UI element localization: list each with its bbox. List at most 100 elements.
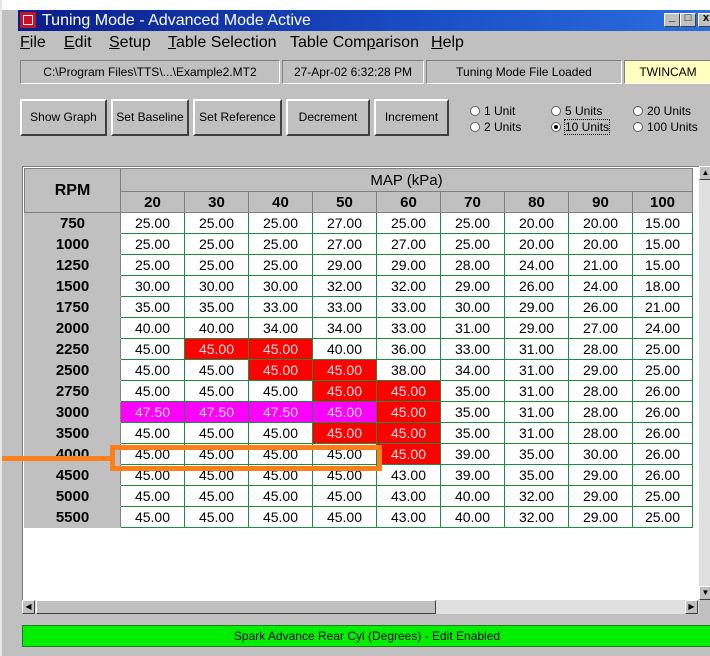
table-cell[interactable]: 40.00 xyxy=(440,506,505,528)
table-cell[interactable]: 34.00 xyxy=(440,359,505,381)
table-cell[interactable]: 15.00 xyxy=(632,254,693,276)
table-cell[interactable]: 45.00 xyxy=(248,506,313,528)
table-cell[interactable]: 25.00 xyxy=(120,212,185,234)
table-cell[interactable]: 35.00 xyxy=(184,296,249,318)
table-cell[interactable]: 33.00 xyxy=(312,296,377,318)
table-cell[interactable]: 45.00 xyxy=(312,506,377,528)
scroll-up-icon[interactable]: ▲ xyxy=(699,166,710,180)
close-button[interactable]: x xyxy=(698,13,710,27)
radio-10-units[interactable]: 10 Units xyxy=(551,119,611,135)
app-icon[interactable] xyxy=(20,12,36,28)
radio-100-units[interactable]: 100 Units xyxy=(633,120,698,134)
vertical-scrollbar[interactable]: ▲ ▼ xyxy=(699,166,710,600)
minimize-button[interactable]: _ xyxy=(664,13,680,27)
table-cell[interactable]: 31.00 xyxy=(504,338,569,360)
table-cell[interactable]: 29.00 xyxy=(440,275,505,297)
table-cell[interactable]: 45.00 xyxy=(312,422,377,444)
horizontal-scrollbar[interactable]: ◀ ▶ xyxy=(22,600,699,614)
table-cell[interactable]: 20.00 xyxy=(568,212,633,234)
table-cell[interactable]: 47.50 xyxy=(248,401,313,423)
table-cell[interactable]: 45.00 xyxy=(312,380,377,402)
table-cell[interactable]: 31.00 xyxy=(504,359,569,381)
table-cell[interactable]: 47.50 xyxy=(184,401,249,423)
set-baseline-button[interactable]: Set Baseline xyxy=(111,99,189,136)
table-cell[interactable]: 35.00 xyxy=(440,380,505,402)
radio-1-unit[interactable]: 1 Unit xyxy=(470,104,515,118)
set-reference-button[interactable]: Set Reference xyxy=(193,99,282,136)
table-cell[interactable]: 30.00 xyxy=(120,275,185,297)
table-cell[interactable]: 32.00 xyxy=(504,485,569,507)
table-cell[interactable]: 29.00 xyxy=(568,506,633,528)
table-cell[interactable]: 20.00 xyxy=(504,233,569,255)
table-cell[interactable]: 20.00 xyxy=(504,212,569,234)
table-cell[interactable]: 26.00 xyxy=(632,422,693,444)
table-cell[interactable]: 45.00 xyxy=(120,359,185,381)
table-cell[interactable]: 45.00 xyxy=(376,380,441,402)
table-cell[interactable]: 25.00 xyxy=(632,359,693,381)
table-cell[interactable]: 45.00 xyxy=(376,443,441,465)
table-cell[interactable]: 27.00 xyxy=(568,317,633,339)
radio-2-units[interactable]: 2 Units xyxy=(470,120,521,134)
table-cell[interactable]: 32.00 xyxy=(376,275,441,297)
table-cell[interactable]: 29.00 xyxy=(504,317,569,339)
table-cell[interactable]: 40.00 xyxy=(440,485,505,507)
maximize-button[interactable]: □ xyxy=(680,13,696,27)
table-cell[interactable]: 18.00 xyxy=(632,275,693,297)
table-cell[interactable]: 25.00 xyxy=(632,338,693,360)
table-cell[interactable]: 45.00 xyxy=(376,422,441,444)
table-cell[interactable]: 45.00 xyxy=(248,338,313,360)
horizontal-scroll-thumb[interactable] xyxy=(36,600,436,614)
table-cell[interactable]: 28.00 xyxy=(568,401,633,423)
table-cell[interactable]: 26.00 xyxy=(632,401,693,423)
table-cell[interactable]: 31.00 xyxy=(504,401,569,423)
table-cell[interactable]: 45.00 xyxy=(184,506,249,528)
table-cell[interactable]: 25.00 xyxy=(440,233,505,255)
table-cell[interactable]: 25.00 xyxy=(120,254,185,276)
table-cell[interactable]: 45.00 xyxy=(184,380,249,402)
table-cell[interactable]: 35.00 xyxy=(504,443,569,465)
menu-help[interactable]: Help xyxy=(431,34,464,52)
table-cell[interactable]: 45.00 xyxy=(248,422,313,444)
table-cell[interactable]: 31.00 xyxy=(504,380,569,402)
table-cell[interactable]: 27.00 xyxy=(376,233,441,255)
table-cell[interactable]: 45.00 xyxy=(248,380,313,402)
table-cell[interactable]: 30.00 xyxy=(568,443,633,465)
table-cell[interactable]: 29.00 xyxy=(568,464,633,486)
table-cell[interactable]: 45.00 xyxy=(120,506,185,528)
table-cell[interactable]: 29.00 xyxy=(376,254,441,276)
table-cell[interactable]: 35.00 xyxy=(504,464,569,486)
table-cell[interactable]: 26.00 xyxy=(632,380,693,402)
table-cell[interactable]: 25.00 xyxy=(248,254,313,276)
table-cell[interactable]: 25.00 xyxy=(376,212,441,234)
table-cell[interactable]: 35.00 xyxy=(120,296,185,318)
table-cell[interactable]: 39.00 xyxy=(440,464,505,486)
table-cell[interactable]: 45.00 xyxy=(184,338,249,360)
table-cell[interactable]: 25.00 xyxy=(632,506,693,528)
table-cell[interactable]: 29.00 xyxy=(568,485,633,507)
radio-20-units[interactable]: 20 Units xyxy=(633,104,691,118)
menu-table-selection[interactable]: Table Selection xyxy=(168,34,277,52)
menu-edit[interactable]: Edit xyxy=(64,34,92,52)
table-cell[interactable]: 20.00 xyxy=(568,233,633,255)
table-cell[interactable]: 29.00 xyxy=(568,359,633,381)
table-cell[interactable]: 45.00 xyxy=(184,422,249,444)
scroll-right-icon[interactable]: ▶ xyxy=(685,600,698,614)
table-cell[interactable]: 26.00 xyxy=(568,296,633,318)
table-cell[interactable]: 43.00 xyxy=(376,506,441,528)
table-cell[interactable]: 45.00 xyxy=(120,338,185,360)
table-cell[interactable]: 29.00 xyxy=(312,254,377,276)
table-cell[interactable]: 43.00 xyxy=(376,485,441,507)
scroll-down-icon[interactable]: ▼ xyxy=(699,586,710,600)
table-cell[interactable]: 45.00 xyxy=(120,380,185,402)
table-cell[interactable]: 39.00 xyxy=(440,443,505,465)
table-cell[interactable]: 45.00 xyxy=(248,359,313,381)
table-cell[interactable]: 32.00 xyxy=(504,506,569,528)
table-cell[interactable]: 15.00 xyxy=(632,212,693,234)
menu-setup[interactable]: Setup xyxy=(109,34,151,52)
table-cell[interactable]: 27.00 xyxy=(312,233,377,255)
table-cell[interactable]: 45.00 xyxy=(376,401,441,423)
table-cell[interactable]: 36.00 xyxy=(376,338,441,360)
table-cell[interactable]: 32.00 xyxy=(312,275,377,297)
table-cell[interactable]: 24.00 xyxy=(632,317,693,339)
table-cell[interactable]: 31.00 xyxy=(440,317,505,339)
